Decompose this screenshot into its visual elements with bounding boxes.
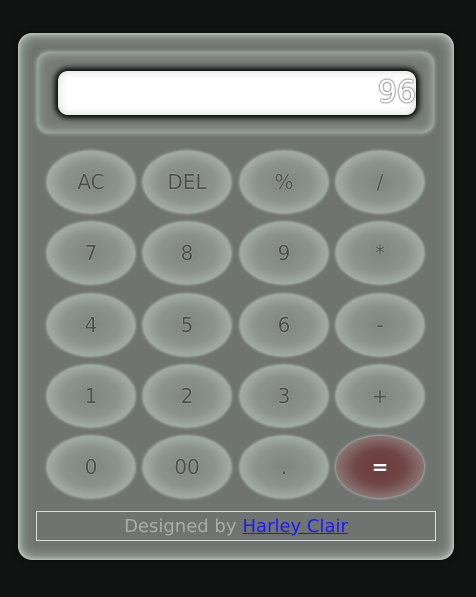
- footer-prefix: Designed by: [124, 515, 237, 537]
- key-5[interactable]: 5: [143, 294, 231, 356]
- key-1[interactable]: 1: [47, 365, 135, 427]
- key-0[interactable]: 0: [47, 436, 135, 498]
- key-6[interactable]: 6: [240, 294, 328, 356]
- calculator: 96 AC DEL % / 7 8 9 * 4 5 6 - 1 2 3 + 0 …: [18, 33, 454, 560]
- key-equals[interactable]: =: [336, 436, 424, 498]
- key-decimal[interactable]: .: [240, 436, 328, 498]
- key-4[interactable]: 4: [47, 294, 135, 356]
- keypad: AC DEL % / 7 8 9 * 4 5 6 - 1 2 3 + 0 00 …: [47, 151, 427, 501]
- display-frame: 96: [37, 52, 434, 133]
- display-value: 96: [377, 75, 416, 110]
- key-multiply[interactable]: *: [336, 222, 424, 284]
- key-subtract[interactable]: -: [336, 294, 424, 356]
- key-2[interactable]: 2: [143, 365, 231, 427]
- key-8[interactable]: 8: [143, 222, 231, 284]
- key-3[interactable]: 3: [240, 365, 328, 427]
- key-9[interactable]: 9: [240, 222, 328, 284]
- author-link[interactable]: Harley Clair: [243, 516, 348, 537]
- footer-credit: Designed by Harley Clair: [36, 511, 436, 541]
- key-7[interactable]: 7: [47, 222, 135, 284]
- key-divide[interactable]: /: [336, 151, 424, 213]
- key-delete[interactable]: DEL: [143, 151, 231, 213]
- display-screen: 96: [58, 71, 416, 115]
- key-00[interactable]: 00: [143, 436, 231, 498]
- key-add[interactable]: +: [336, 365, 424, 427]
- key-clear-all[interactable]: AC: [47, 151, 135, 213]
- key-percent[interactable]: %: [240, 151, 328, 213]
